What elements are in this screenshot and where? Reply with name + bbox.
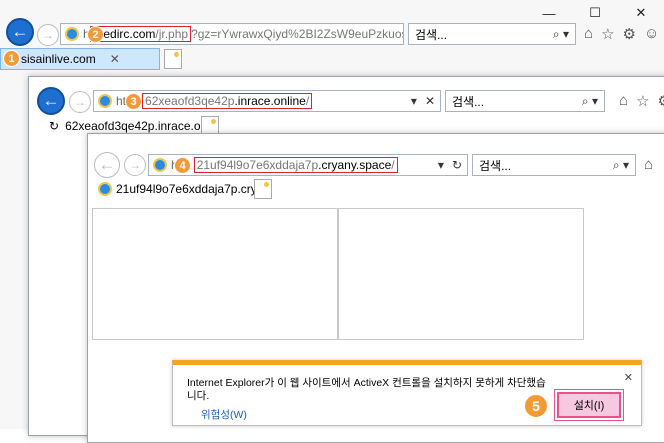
address-bar[interactable]: ht 62xeaofd3qe42p.inrace.online/ ▾ ✕ [93, 90, 441, 112]
risk-link[interactable]: 위험성(W) [201, 407, 247, 422]
step-badge-4: 4 [174, 157, 191, 174]
forward-button[interactable]: → [69, 91, 91, 113]
back-button[interactable]: ← [6, 18, 34, 46]
tab-close-icon[interactable]: ✕ [110, 52, 120, 66]
step-badge-1: 1 [3, 50, 20, 67]
forward-button[interactable]: → [124, 154, 146, 176]
arrow-right-icon: → [42, 28, 54, 42]
toolbar-icons: ⌂ [644, 156, 653, 173]
close-icon[interactable]: ✕ [624, 371, 633, 384]
step-badge-5: 5 [524, 394, 548, 418]
url-highlight: 62xeaofd3qe42p.inrace.online/ [142, 93, 313, 109]
favorites-star-icon[interactable]: ☆ [636, 92, 649, 110]
home-icon[interactable]: ⌂ [619, 92, 628, 110]
search-placeholder: 검색... [479, 158, 512, 173]
tab-sisainlive[interactable]: sisainlive.com ✕ [0, 48, 160, 70]
ie-logo-icon [98, 182, 112, 196]
search-box[interactable]: 검색... ⌕ ▾ [445, 90, 605, 112]
home-icon[interactable]: ⌂ [644, 156, 653, 173]
search-placeholder: 검색... [415, 27, 448, 42]
url-highlight: 21uf94l9o7e6xddaja7p.cryany.space/ [193, 157, 398, 173]
arrow-right-icon: → [74, 95, 86, 109]
infobar-message: Internet Explorer가 이 웹 사이트에서 ActiveX 컨트롤… [187, 377, 546, 402]
tab-label: 21uf94l9o7e6xddaja7p.cry... [116, 182, 266, 196]
new-tab-button[interactable] [164, 49, 182, 69]
forward-button[interactable]: → [37, 24, 59, 46]
url-highlight: 0redirc.com/jr.php [89, 26, 192, 42]
arrow-left-icon: ← [98, 155, 116, 174]
smiley-icon[interactable]: ☺ [644, 25, 659, 43]
back-button[interactable]: ← [94, 152, 120, 178]
content-frame-left [92, 208, 338, 340]
address-bar[interactable]: h 0redirc.com/jr.php ?gz=rYwrawxQiyd%2BI… [60, 23, 404, 45]
ie-logo-icon [98, 94, 112, 108]
maximize-button[interactable]: ☐ [572, 0, 618, 26]
search-box[interactable]: 검색... ⌕ ▾ [408, 23, 576, 45]
arrow-left-icon: ← [42, 91, 60, 110]
arrow-right-icon: → [129, 158, 141, 172]
close-icon[interactable]: ✕ [425, 94, 435, 108]
refresh-icon[interactable]: ↻ [452, 158, 462, 172]
search-icon[interactable]: ⌕ ▾ [582, 94, 598, 109]
search-box[interactable]: 검색... ⌕ ▾ [472, 154, 636, 176]
gear-icon[interactable]: ⚙ [658, 92, 664, 110]
search-placeholder: 검색... [452, 94, 485, 109]
step-badge-3: 3 [125, 93, 142, 110]
close-button[interactable]: ✕ [618, 0, 664, 26]
gear-icon[interactable]: ⚙ [623, 25, 636, 43]
dropdown-icon[interactable]: ▾ [438, 158, 444, 172]
toolbar-icons: ⌂ ☆ ⚙ [619, 92, 664, 110]
step-badge-2: 2 [87, 26, 104, 43]
tab-label: 62xeaofd3qe42p.inrace.onl [65, 119, 210, 133]
install-button[interactable]: 설치(I) [554, 389, 624, 421]
new-tab-button[interactable] [254, 179, 272, 199]
toolbar-icons: ⌂ ☆ ⚙ ☺ [584, 25, 659, 43]
back-button[interactable]: ← [37, 87, 65, 115]
dropdown-icon[interactable]: ▾ [411, 94, 417, 108]
home-icon[interactable]: ⌂ [584, 25, 593, 43]
arrow-left-icon: ← [11, 22, 29, 41]
ie-logo-icon [65, 27, 79, 41]
content-frame-right [338, 208, 584, 340]
ie-logo-icon [153, 158, 167, 172]
activex-infobar: Internet Explorer가 이 웹 사이트에서 ActiveX 컨트롤… [172, 360, 642, 426]
search-icon[interactable]: ⌕ ▾ [613, 158, 629, 173]
search-icon[interactable]: ⌕ ▾ [553, 27, 569, 42]
tab-label: sisainlive.com [21, 52, 96, 66]
address-bar[interactable]: h 21uf94l9o7e6xddaja7p.cryany.space/ ▾ ↻ [148, 154, 468, 176]
tab-cryany[interactable]: 21uf94l9o7e6xddaja7p.cry... [92, 178, 266, 200]
url-query: ?gz=rYwrawxQiyd%2BI2ZsW9euPzkuosDjr [191, 27, 404, 41]
favorites-star-icon[interactable]: ☆ [601, 25, 614, 43]
loading-icon: ↻ [49, 119, 60, 133]
